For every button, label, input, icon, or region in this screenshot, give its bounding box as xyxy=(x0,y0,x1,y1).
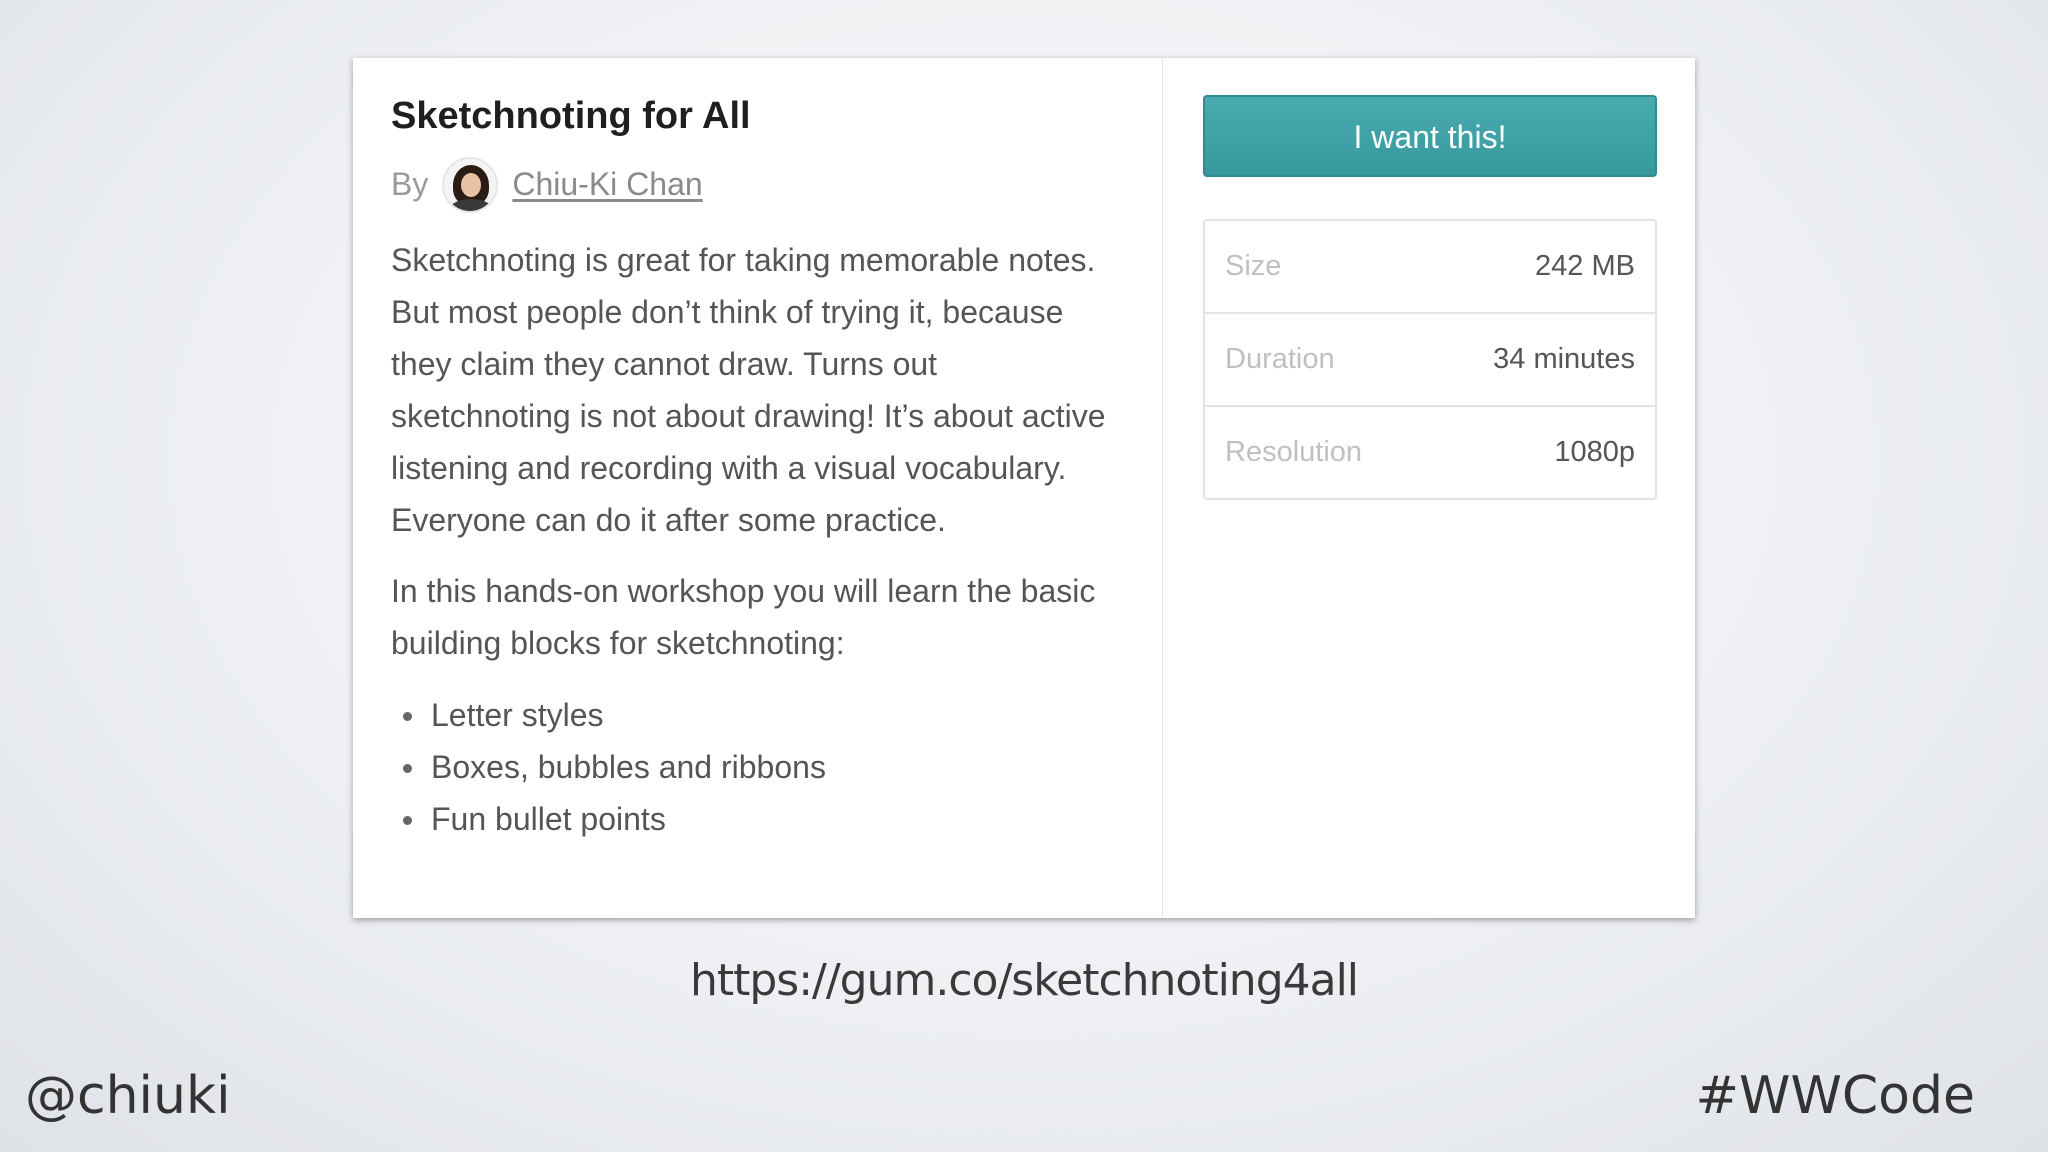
spec-value: 242 MB xyxy=(1535,250,1635,282)
spec-label: Size xyxy=(1225,250,1282,282)
spec-label: Duration xyxy=(1225,343,1335,375)
event-hashtag: #WWCode xyxy=(1695,1066,1975,1126)
spec-value: 34 minutes xyxy=(1493,343,1635,375)
by-label: By xyxy=(391,166,429,203)
i-want-this-button[interactable]: I want this! xyxy=(1203,95,1657,177)
product-card: Sketchnoting for All By Chiu-Ki Chan Ske… xyxy=(353,58,1695,918)
specs-table: Size 242 MB Duration 34 minutes Resoluti… xyxy=(1203,219,1657,500)
feature-item: Fun bullet points xyxy=(391,793,1124,845)
product-details: Sketchnoting for All By Chiu-Ki Chan Ske… xyxy=(353,58,1163,918)
author-avatar[interactable] xyxy=(442,156,499,213)
product-title: Sketchnoting for All xyxy=(391,95,751,137)
spec-value: 1080p xyxy=(1554,436,1635,468)
feature-list: Letter styles Boxes, bubbles and ribbons… xyxy=(391,689,1124,845)
description-paragraph: Sketchnoting is great for taking memorab… xyxy=(391,241,1106,538)
description-paragraph: In this hands-on workshop you will learn… xyxy=(391,572,1096,661)
product-url: https://gum.co/sketchnoting4all xyxy=(689,955,1359,1006)
purchase-panel: I want this! Size 242 MB Duration 34 min… xyxy=(1203,95,1657,500)
spec-label: Resolution xyxy=(1225,436,1363,468)
author-link[interactable]: Chiu-Ki Chan xyxy=(512,166,702,203)
byline: By Chiu-Ki Chan xyxy=(391,156,1124,214)
twitter-handle: @chiuki xyxy=(25,1066,231,1126)
spec-row-duration: Duration 34 minutes xyxy=(1205,312,1655,405)
feature-item: Boxes, bubbles and ribbons xyxy=(391,741,1124,793)
spec-row-size: Size 242 MB xyxy=(1205,221,1655,312)
spec-row-resolution: Resolution 1080p xyxy=(1205,405,1655,498)
feature-item: Letter styles xyxy=(391,689,1124,741)
